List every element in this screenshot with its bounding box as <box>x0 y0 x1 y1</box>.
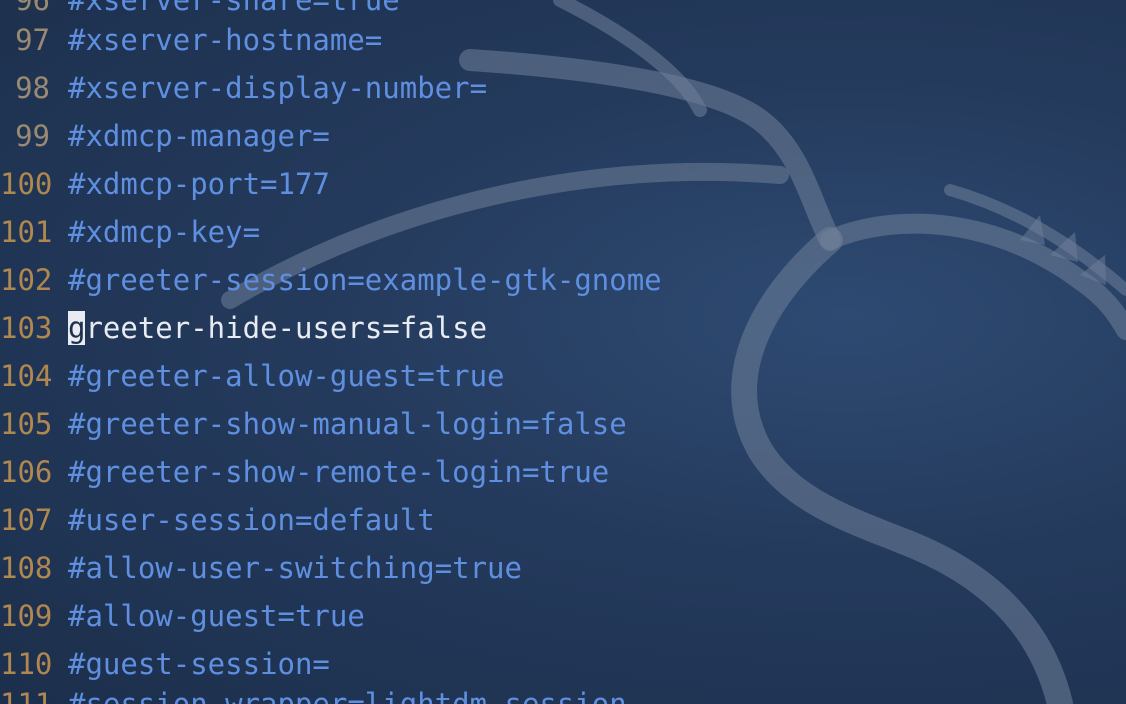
line-number: 106 <box>0 455 53 489</box>
line-number: 107 <box>0 503 53 537</box>
line-number: 97 <box>15 23 50 57</box>
line-number: 101 <box>0 215 53 249</box>
text-cursor: g <box>68 311 86 345</box>
line-number: 102 <box>0 263 53 297</box>
line-text[interactable]: #xdmcp-key= <box>68 208 260 256</box>
line-number: 103 <box>0 311 53 345</box>
line-text-rest: reeter-hide-users=false <box>85 311 488 345</box>
code-line-99[interactable]: 99 #xdmcp-manager= <box>0 112 330 160</box>
line-text[interactable]: greeter-hide-users=false <box>68 304 487 352</box>
code-line-97[interactable]: 97 #xserver-hostname= <box>0 16 382 64</box>
line-number: 104 <box>0 359 53 393</box>
code-line-111[interactable]: 111 #session-wrapper=lightdm-session <box>0 680 627 704</box>
code-line-105[interactable]: 105 #greeter-show-manual-login=false <box>0 400 627 448</box>
line-number: 105 <box>0 407 53 441</box>
code-line-104[interactable]: 104 #greeter-allow-guest=true <box>0 352 505 400</box>
line-text[interactable]: #allow-guest=true <box>68 592 365 640</box>
line-number: 100 <box>0 167 53 201</box>
code-line-109[interactable]: 109 #allow-guest=true <box>0 592 365 640</box>
code-line-100[interactable]: 100 #xdmcp-port=177 <box>0 160 330 208</box>
line-text[interactable]: #session-wrapper=lightdm-session <box>68 680 627 704</box>
line-text[interactable]: #greeter-session=example-gtk-gnome <box>68 256 662 304</box>
text-editor[interactable]: 96 #xserver-share=true 97 #xserver-hostn… <box>0 0 1126 704</box>
line-text[interactable]: #xdmcp-port=177 <box>68 160 330 208</box>
code-line-102[interactable]: 102 #greeter-session=example-gtk-gnome <box>0 256 662 304</box>
code-line-98[interactable]: 98 #xserver-display-number= <box>0 64 487 112</box>
code-line-101[interactable]: 101 #xdmcp-key= <box>0 208 260 256</box>
code-line-106[interactable]: 106 #greeter-show-remote-login=true <box>0 448 609 496</box>
line-number: 111 <box>0 687 53 704</box>
line-number: 99 <box>15 119 50 153</box>
line-number: 108 <box>0 551 53 585</box>
line-text[interactable]: #xserver-hostname= <box>68 16 382 64</box>
line-text[interactable]: #user-session=default <box>68 496 435 544</box>
line-text[interactable]: #xdmcp-manager= <box>68 112 330 160</box>
line-text[interactable]: #greeter-allow-guest=true <box>68 352 505 400</box>
code-line-103-active[interactable]: 103 greeter-hide-users=false <box>0 304 487 352</box>
line-number: 109 <box>0 599 53 633</box>
line-text[interactable]: #xserver-display-number= <box>68 64 487 112</box>
line-text[interactable]: #greeter-show-remote-login=true <box>68 448 609 496</box>
code-line-107[interactable]: 107 #user-session=default <box>0 496 435 544</box>
code-line-108[interactable]: 108 #allow-user-switching=true <box>0 544 522 592</box>
line-text[interactable]: #greeter-show-manual-login=false <box>68 400 627 448</box>
line-number: 98 <box>15 71 50 105</box>
line-text[interactable]: #allow-user-switching=true <box>68 544 522 592</box>
